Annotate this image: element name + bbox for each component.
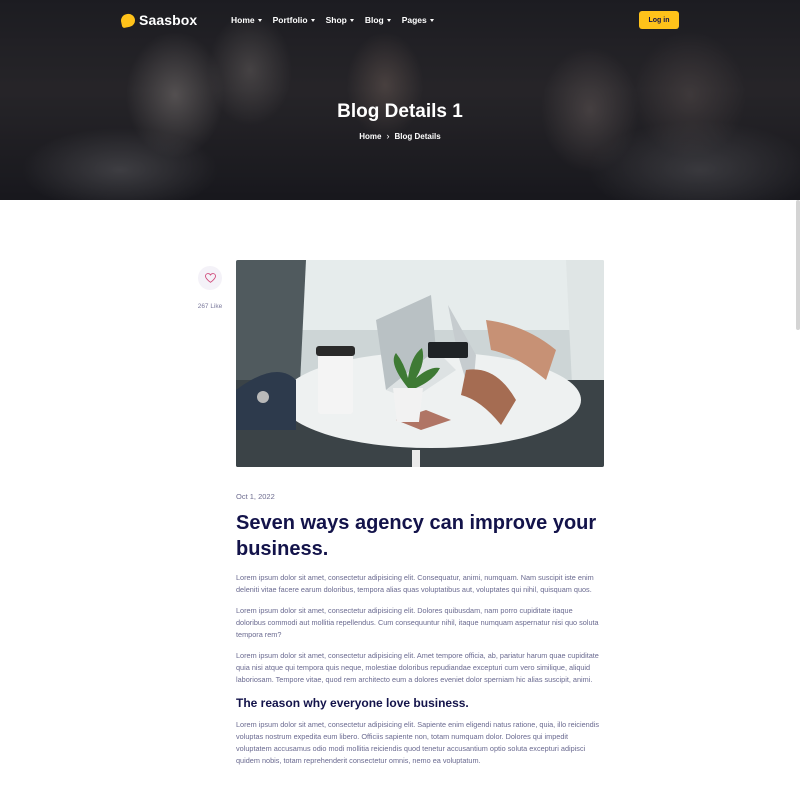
- breadcrumb-current: Blog Details: [394, 131, 441, 141]
- heart-icon: [204, 273, 216, 283]
- page-scrollbar[interactable]: [796, 200, 800, 330]
- nav-item-label: Portfolio: [272, 15, 308, 25]
- nav-item-label: Home: [231, 15, 255, 25]
- caret-down-icon: [429, 18, 434, 22]
- chevron-right-icon: ›: [386, 131, 390, 141]
- page-title: Blog Details 1: [337, 101, 463, 122]
- logo-text: Saasbox: [139, 12, 198, 28]
- post-subheading: The reason why everyone love business.: [236, 696, 469, 710]
- caret-down-icon: [349, 18, 354, 22]
- blog-article: Oct 1, 2022 Seven ways agency can improv…: [236, 492, 604, 767]
- like-button[interactable]: [198, 266, 222, 290]
- nav-item-pages[interactable]: Pages: [402, 15, 434, 25]
- nav-item-label: Shop: [325, 15, 347, 25]
- caret-down-icon: [257, 18, 262, 22]
- featured-photo-illustration: [236, 260, 604, 467]
- post-paragraph: Lorem ipsum dolor sit amet, consectetur …: [236, 606, 599, 639]
- post-paragraph: Lorem ipsum dolor sit amet, consectetur …: [236, 573, 594, 594]
- logo[interactable]: Saasbox: [119, 12, 198, 28]
- nav-item-label: Pages: [401, 15, 427, 25]
- caret-down-icon: [310, 18, 315, 22]
- breadcrumb-home-link[interactable]: Home: [359, 132, 381, 141]
- main-menu: Home Portfolio Shop Blog Pages: [231, 15, 445, 25]
- hero-banner: Saasbox Home Portfolio Shop Blog Pages L…: [0, 0, 800, 200]
- nav-item-shop[interactable]: Shop: [326, 15, 354, 25]
- post-paragraph: Lorem ipsum dolor sit amet, consectetur …: [236, 720, 600, 765]
- top-navigation: Saasbox Home Portfolio Shop Blog Pages L…: [0, 0, 800, 40]
- post-date: Oct 1, 2022: [236, 492, 275, 501]
- logo-icon: [119, 12, 137, 28]
- nav-item-home[interactable]: Home: [231, 15, 262, 25]
- post-title: Seven ways agency can improve your busin…: [236, 512, 597, 560]
- nav-item-blog[interactable]: Blog: [365, 15, 391, 25]
- like-widget: 267 Like: [195, 266, 225, 310]
- like-count: 267 Like: [197, 303, 223, 310]
- breadcrumb: Home › Blog Details: [0, 131, 800, 141]
- caret-down-icon: [386, 18, 391, 22]
- featured-image: [236, 260, 604, 467]
- login-button[interactable]: Log in: [639, 11, 679, 29]
- nav-item-portfolio[interactable]: Portfolio: [273, 15, 315, 25]
- nav-item-label: Blog: [364, 15, 384, 25]
- post-paragraph: Lorem ipsum dolor sit amet, consectetur …: [236, 651, 599, 684]
